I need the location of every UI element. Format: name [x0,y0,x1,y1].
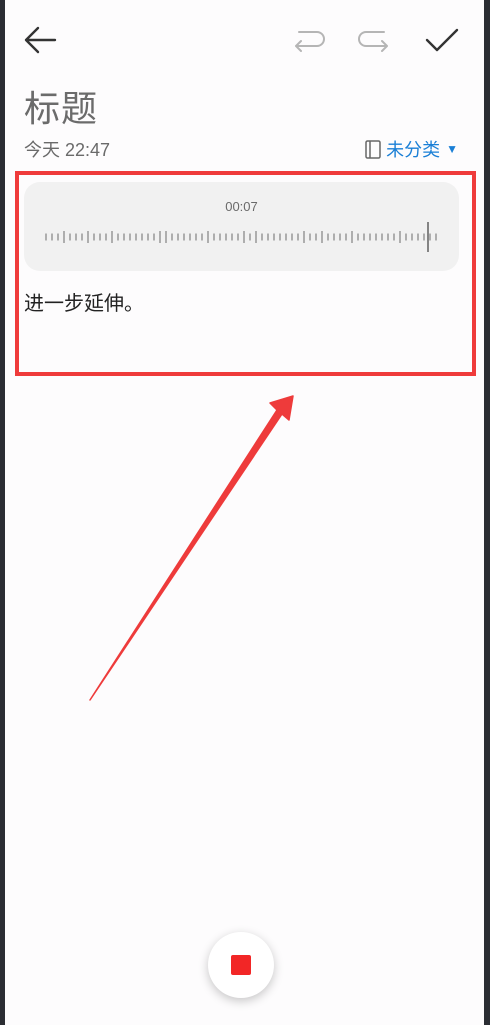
red-arrow-annotation [89,395,294,701]
stop-icon [231,955,251,975]
note-editor-screen: 标题 今天 22:47 未分类 ▼ 00:07 进一步延伸。 [5,0,484,1025]
stop-recording-button[interactable] [208,932,274,998]
